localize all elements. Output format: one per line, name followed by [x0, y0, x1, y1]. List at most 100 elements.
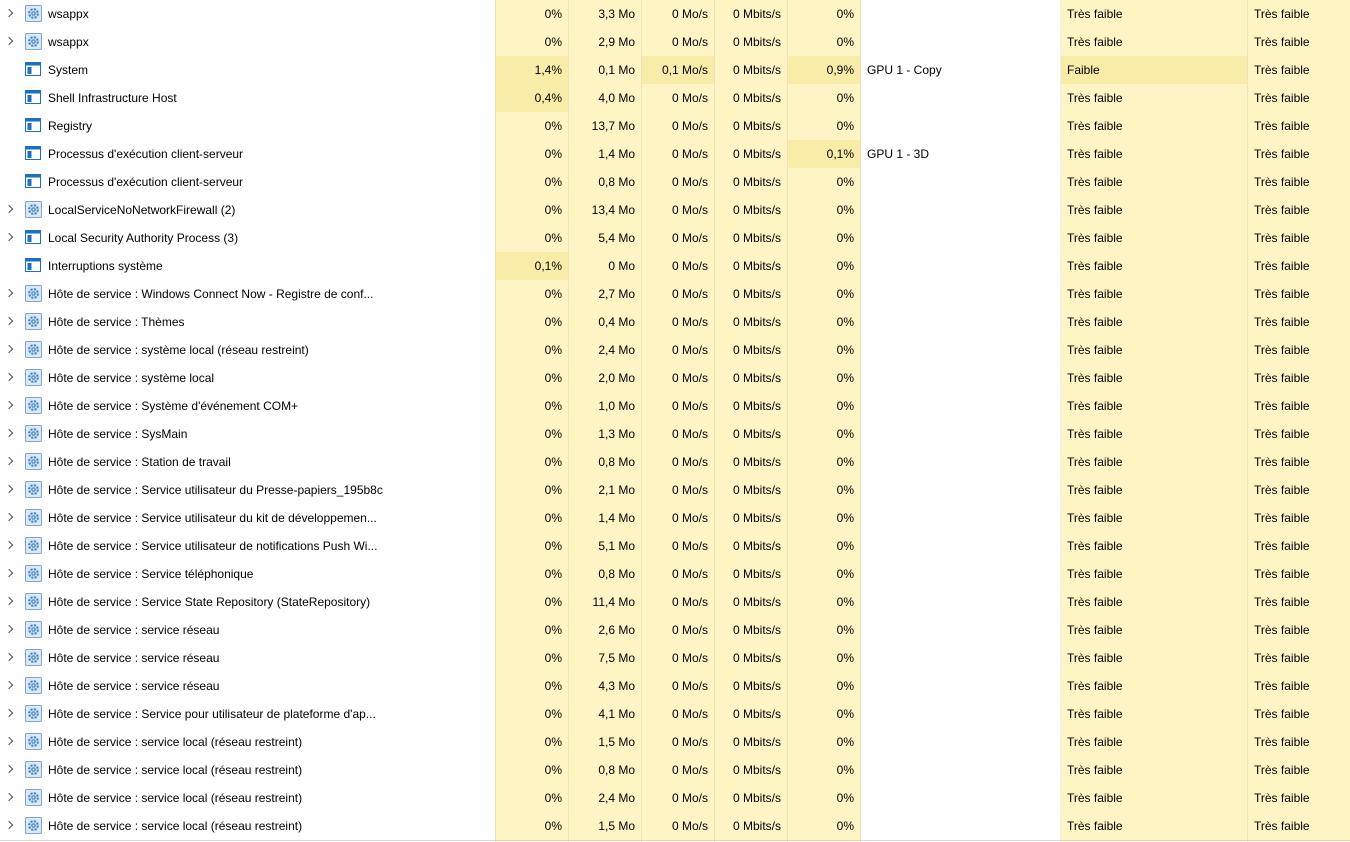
chevron-right-icon[interactable]: [4, 736, 14, 746]
memory-value: 1,4 Mo: [598, 511, 635, 525]
process-row[interactable]: Hôte de service : service local (réseau …: [0, 728, 1350, 756]
window-icon: [25, 146, 41, 160]
process-row[interactable]: Hôte de service : service local (réseau …: [0, 784, 1350, 812]
process-row[interactable]: Registry 0% 13,7 Mo 0 Mo/s 0 Mbits/s 0% …: [0, 112, 1350, 140]
chevron-right-icon[interactable]: [4, 680, 14, 690]
chevron-right-icon[interactable]: [4, 288, 14, 298]
process-name: Processus d'exécution client-serveur: [48, 175, 244, 189]
process-row[interactable]: Local Security Authority Process (3) 0% …: [0, 224, 1350, 252]
cpu-value: 0%: [544, 315, 562, 329]
chevron-right-icon[interactable]: [4, 316, 14, 326]
process-name: Hôte de service : service local (réseau …: [48, 735, 303, 749]
process-icon-cell: [25, 28, 43, 56]
process-row[interactable]: Hôte de service : Station de travail 0% …: [0, 448, 1350, 476]
network-value: 0 Mbits/s: [732, 63, 781, 77]
process-row[interactable]: Hôte de service : Service utilisateur du…: [0, 476, 1350, 504]
power-usage-trend-value: Très faible: [1254, 539, 1310, 553]
chevron-right-icon[interactable]: [4, 512, 14, 522]
process-row[interactable]: Interruptions système 0,1% 0 Mo 0 Mo/s 0…: [0, 252, 1350, 280]
process-row[interactable]: Hôte de service : système local 0% 2,0 M…: [0, 364, 1350, 392]
memory-value: 0,1 Mo: [598, 63, 635, 77]
network-value: 0 Mbits/s: [732, 315, 781, 329]
process-row[interactable]: Hôte de service : service réseau 0% 4,3 …: [0, 672, 1350, 700]
process-row[interactable]: Hôte de service : SysMain 0% 1,3 Mo 0 Mo…: [0, 420, 1350, 448]
chevron-right-icon[interactable]: [4, 568, 14, 578]
process-row[interactable]: Shell Infrastructure Host 0,4% 4,0 Mo 0 …: [0, 84, 1350, 112]
chevron-right-icon[interactable]: [4, 708, 14, 718]
chevron-right-icon[interactable]: [4, 456, 14, 466]
memory-value: 4,3 Mo: [598, 679, 635, 693]
window-icon: [25, 118, 41, 132]
process-row[interactable]: Hôte de service : système local (réseau …: [0, 336, 1350, 364]
process-icon-cell: [25, 308, 43, 336]
process-row[interactable]: Hôte de service : Service utilisateur de…: [0, 532, 1350, 560]
process-name: Hôte de service : service réseau: [48, 623, 220, 637]
chevron-right-icon[interactable]: [4, 204, 14, 214]
memory-value: 5,1 Mo: [598, 539, 635, 553]
disk-value: 0 Mo/s: [671, 595, 708, 609]
disk-value: 0 Mo/s: [671, 35, 708, 49]
cpu-value: 0%: [544, 735, 562, 749]
chevron-right-icon[interactable]: [4, 540, 14, 550]
process-row[interactable]: Hôte de service : service réseau 0% 2,6 …: [0, 616, 1350, 644]
process-name: LocalServiceNoNetworkFirewall (2): [48, 203, 236, 217]
process-row[interactable]: Hôte de service : Thèmes 0% 0,4 Mo 0 Mo/…: [0, 308, 1350, 336]
process-row[interactable]: Hôte de service : service local (réseau …: [0, 756, 1350, 784]
process-row[interactable]: Hôte de service : Service téléphonique 0…: [0, 560, 1350, 588]
gpu-value: 0%: [836, 679, 854, 693]
network-value: 0 Mbits/s: [732, 35, 781, 49]
chevron-right-icon[interactable]: [4, 820, 14, 830]
process-row[interactable]: Hôte de service : service local (réseau …: [0, 812, 1350, 840]
process-name: Hôte de service : Service téléphonique: [48, 567, 254, 581]
gear-icon: [25, 397, 42, 414]
chevron-right-icon[interactable]: [4, 36, 14, 46]
expand-cell: [0, 616, 22, 644]
process-icon-cell: [25, 700, 43, 728]
chevron-right-icon[interactable]: [4, 764, 14, 774]
process-row[interactable]: Hôte de service : Windows Connect Now - …: [0, 280, 1350, 308]
chevron-right-icon[interactable]: [4, 344, 14, 354]
gpu-engine-value: [861, 644, 1060, 672]
gpu-engine-value: [861, 280, 1060, 308]
process-row[interactable]: Processus d'exécution client-serveur 0% …: [0, 140, 1350, 168]
process-row[interactable]: Processus d'exécution client-serveur 0% …: [0, 168, 1350, 196]
cpu-value: 0%: [544, 119, 562, 133]
chevron-right-icon[interactable]: [4, 428, 14, 438]
expand-cell: [0, 448, 22, 476]
process-row[interactable]: System 1,4% 0,1 Mo 0,1 Mo/s 0 Mbits/s 0,…: [0, 56, 1350, 84]
chevron-right-icon[interactable]: [4, 652, 14, 662]
chevron-right-icon[interactable]: [4, 8, 14, 18]
process-name: Hôte de service : Service utilisateur de…: [48, 539, 378, 553]
chevron-right-icon[interactable]: [4, 484, 14, 494]
chevron-right-icon[interactable]: [4, 624, 14, 634]
disk-value: 0 Mo/s: [671, 735, 708, 749]
process-row[interactable]: LocalServiceNoNetworkFirewall (2) 0% 13,…: [0, 196, 1350, 224]
network-value: 0 Mbits/s: [732, 147, 781, 161]
disk-value: 0 Mo/s: [671, 567, 708, 581]
network-value: 0 Mbits/s: [732, 483, 781, 497]
chevron-right-icon[interactable]: [4, 232, 14, 242]
chevron-right-icon[interactable]: [4, 596, 14, 606]
memory-value: 0 Mo: [608, 259, 635, 273]
process-row[interactable]: Hôte de service : service réseau 0% 7,5 …: [0, 644, 1350, 672]
process-row[interactable]: wsappx 0% 2,9 Mo 0 Mo/s 0 Mbits/s 0% Trè…: [0, 28, 1350, 56]
power-usage-value: Très faible: [1067, 287, 1123, 301]
power-usage-trend-value: Très faible: [1254, 147, 1310, 161]
disk-value: 0 Mo/s: [671, 287, 708, 301]
power-usage-value: Très faible: [1067, 343, 1123, 357]
chevron-right-icon[interactable]: [4, 372, 14, 382]
chevron-right-icon[interactable]: [4, 792, 14, 802]
process-row[interactable]: wsappx 0% 3,3 Mo 0 Mo/s 0 Mbits/s 0% Trè…: [0, 0, 1350, 28]
gpu-engine-value: [861, 616, 1060, 644]
process-row[interactable]: Hôte de service : Service State Reposito…: [0, 588, 1350, 616]
gear-icon: [25, 481, 42, 498]
cpu-value: 0,1%: [496, 252, 568, 280]
expand-cell: [0, 812, 22, 840]
process-row[interactable]: Hôte de service : Service utilisateur du…: [0, 504, 1350, 532]
chevron-right-icon[interactable]: [4, 400, 14, 410]
process-row[interactable]: Hôte de service : Système d'événement CO…: [0, 392, 1350, 420]
gpu-engine-value: [861, 504, 1060, 532]
process-row[interactable]: Hôte de service : Service pour utilisate…: [0, 700, 1350, 728]
network-value: 0 Mbits/s: [732, 259, 781, 273]
power-usage-value: Très faible: [1067, 707, 1123, 721]
